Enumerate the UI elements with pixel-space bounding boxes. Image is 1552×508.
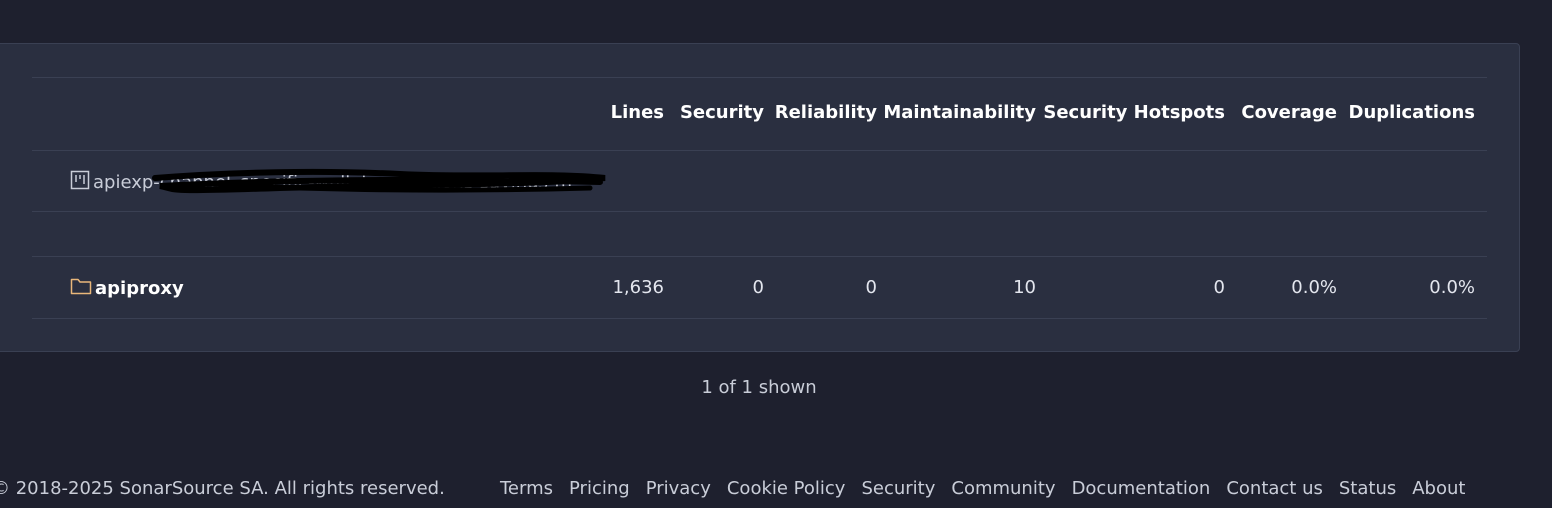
table-separator <box>32 256 1487 257</box>
table-separator <box>32 150 1487 151</box>
column-header-reliability[interactable]: Reliability <box>775 102 877 123</box>
folder-icon <box>70 276 92 301</box>
footer-link-community[interactable]: Community <box>951 478 1055 499</box>
footer-link-privacy[interactable]: Privacy <box>646 478 711 499</box>
table-row-apiproxy[interactable]: apiproxy <box>70 276 184 301</box>
table-separator <box>32 211 1487 212</box>
footer-link-documentation[interactable]: Documentation <box>1072 478 1211 499</box>
footer-link-cookie-policy[interactable]: Cookie Policy <box>727 478 846 499</box>
cell-duplications[interactable]: 0.0% <box>1429 277 1475 298</box>
pagination-count: 1 of 1 shown <box>701 377 817 398</box>
footer-link-pricing[interactable]: Pricing <box>569 478 630 499</box>
footer-link-status[interactable]: Status <box>1339 478 1396 499</box>
cell-security-hotspots[interactable]: 0 <box>1214 277 1225 298</box>
footer-links: Terms Pricing Privacy Cookie Policy Secu… <box>500 478 1465 499</box>
column-header-duplications[interactable]: Duplications <box>1349 102 1475 123</box>
cell-maintainability[interactable]: 10 <box>1013 277 1036 298</box>
table-separator <box>32 318 1487 319</box>
column-header-maintainability[interactable]: Maintainability <box>883 102 1036 123</box>
project-breadcrumb[interactable]: apiexp-channel_specific-wallet_operation… <box>70 170 572 195</box>
directory-name: apiproxy <box>95 278 184 299</box>
column-header-coverage[interactable]: Coverage <box>1241 102 1337 123</box>
footer-link-about[interactable]: About <box>1412 478 1465 499</box>
cell-coverage[interactable]: 0.0% <box>1291 277 1337 298</box>
cell-reliability[interactable]: 0 <box>866 277 877 298</box>
footer: © 2018-2025 SonarSource SA. All rights r… <box>0 478 1552 508</box>
column-header-security-hotspots[interactable]: Security Hotspots <box>1043 102 1225 123</box>
footer-link-security[interactable]: Security <box>861 478 935 499</box>
project-icon <box>70 170 90 195</box>
column-header-lines[interactable]: Lines <box>611 102 664 123</box>
table-separator <box>32 77 1487 78</box>
footer-link-terms[interactable]: Terms <box>500 478 553 499</box>
column-header-security[interactable]: Security <box>680 102 764 123</box>
footer-link-contact-us[interactable]: Contact us <box>1226 478 1323 499</box>
footer-copyright: © 2018-2025 SonarSource SA. All rights r… <box>0 478 445 499</box>
measures-table-panel <box>0 43 1520 352</box>
cell-security[interactable]: 0 <box>753 277 764 298</box>
project-name: apiexp-channel_specific-wallet_operation… <box>93 172 573 193</box>
cell-lines[interactable]: 1,636 <box>612 277 664 298</box>
